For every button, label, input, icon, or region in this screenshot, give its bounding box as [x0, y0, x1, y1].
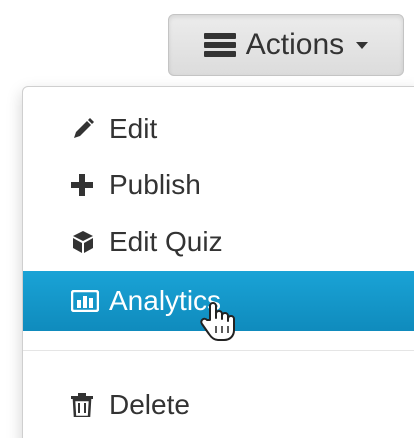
actions-dropdown-menu: Edit Publish Edit Quiz Analytics Delete	[22, 86, 414, 438]
plus-icon	[71, 174, 101, 196]
menu-item-publish[interactable]: Publish	[23, 157, 414, 213]
menu-item-label: Edit Quiz	[109, 226, 223, 257]
bar-chart-icon	[71, 290, 101, 312]
list-icon	[203, 33, 236, 57]
menu-item-label: Delete	[109, 389, 190, 420]
menu-item-label: Publish	[109, 169, 201, 200]
caret-down-icon	[356, 41, 369, 49]
hand-pointer-cursor-icon	[198, 300, 238, 342]
actions-button[interactable]: Actions	[168, 14, 404, 76]
menu-item-edit-quiz[interactable]: Edit Quiz	[23, 214, 414, 270]
pencil-icon	[71, 117, 101, 141]
cube-icon	[71, 230, 101, 254]
trash-icon	[71, 393, 101, 417]
screen: Actions Edit Publish Edit Quiz Analytics…	[0, 0, 414, 438]
menu-item-label: Edit	[109, 113, 158, 144]
menu-item-edit[interactable]: Edit	[23, 101, 414, 157]
actions-button-label: Actions	[245, 28, 345, 61]
menu-divider	[23, 350, 414, 351]
menu-item-delete[interactable]: Delete	[23, 377, 414, 433]
